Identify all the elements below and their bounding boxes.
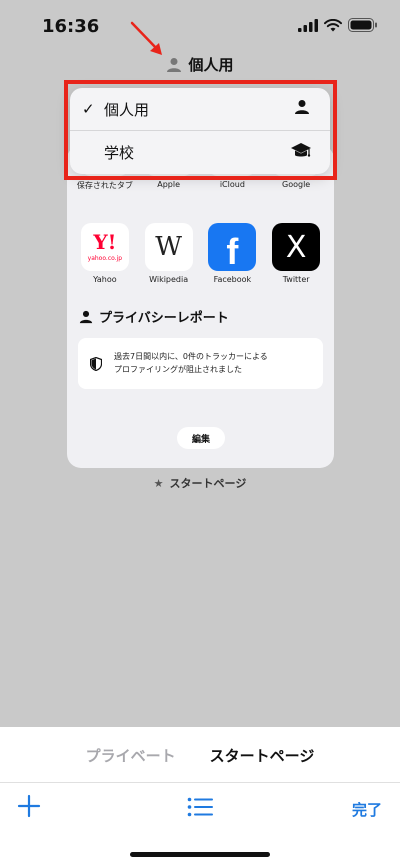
wifi-icon [324,18,342,31]
yahoo-logo-text: Y! [93,230,117,254]
favorite-wikipedia[interactable]: W Wikipedia [140,223,198,284]
favorites-row-2: Y! yahoo.co.jp Yahoo W Wikipedia f Faceb… [67,223,334,284]
favorite-label: Yahoo [93,275,117,284]
start-page-caption-text: スタートページ [169,477,247,490]
profile-switcher-button[interactable]: 個人用 [0,54,400,75]
facebook-logo-text: f [226,231,239,271]
yahoo-icon: Y! yahoo.co.jp [80,223,129,271]
favorite-label: Wikipedia [149,275,189,284]
wikipedia-logo-text: W [155,232,182,262]
star-icon: ★ [153,476,164,490]
wikipedia-icon: W [144,223,193,271]
favorite-label: iCloud [219,180,245,189]
shield-icon [90,356,102,371]
person-icon [79,310,93,323]
status-time: 16:36 [42,16,100,37]
tab-start-page[interactable]: スタートページ [210,745,315,766]
battery-icon [348,18,377,32]
status-bar: 16:36 [0,0,400,52]
profile-header-label: 個人用 [188,56,234,74]
privacy-report-card[interactable]: 過去7日間以内に、0件のトラッカーによる プロファイリングが阻止されました [78,338,323,389]
tab-private[interactable]: プライベート [86,745,176,766]
tab-list-icon[interactable] [187,797,213,817]
edit-button[interactable]: 編集 [177,427,225,449]
status-icons [298,18,378,32]
mode-tabs: プライベート スタートページ [0,745,400,766]
favorite-label: Apple [157,180,181,189]
favorite-label: Twitter [282,275,310,284]
person-icon [167,57,182,72]
privacy-report-title: プライバシーレポート [99,311,229,326]
x-logo-text: X [285,229,307,265]
highlight-annotation-box [64,80,337,180]
yahoo-logo-sub: yahoo.co.jp [87,255,123,262]
done-button[interactable]: 完了 [352,799,382,820]
favorite-label: 保存されたタブ [76,181,133,190]
favorite-yahoo[interactable]: Y! yahoo.co.jp Yahoo [76,223,134,284]
favorite-facebook[interactable]: f Facebook [203,223,261,284]
facebook-icon: f [208,223,257,271]
privacy-message-line-2: プロファイリングが阻止されました [114,364,242,374]
start-page-preview-card[interactable]: 保存されたタブ Apple iCloud Google Y! yahoo.co.… [67,145,334,468]
add-tab-icon[interactable] [16,793,42,819]
favorite-label: Google [282,180,311,189]
bottom-divider [0,782,400,783]
home-indicator [130,852,270,857]
bottom-panel: プライベート スタートページ 完了 [0,727,400,866]
privacy-report-message: 過去7日間以内に、0件のトラッカーによる プロファイリングが阻止されました [114,351,268,377]
x-icon: X [272,223,321,271]
favorite-twitter[interactable]: X Twitter [267,223,325,284]
cellular-signal-icon [298,18,318,32]
start-page-caption: ★ スタートページ [0,475,400,491]
privacy-report-heading: プライバシーレポート [79,307,229,326]
favorite-label: Facebook [213,275,252,284]
privacy-message-line-1: 過去7日間以内に、0件のトラッカーによる [114,351,268,361]
